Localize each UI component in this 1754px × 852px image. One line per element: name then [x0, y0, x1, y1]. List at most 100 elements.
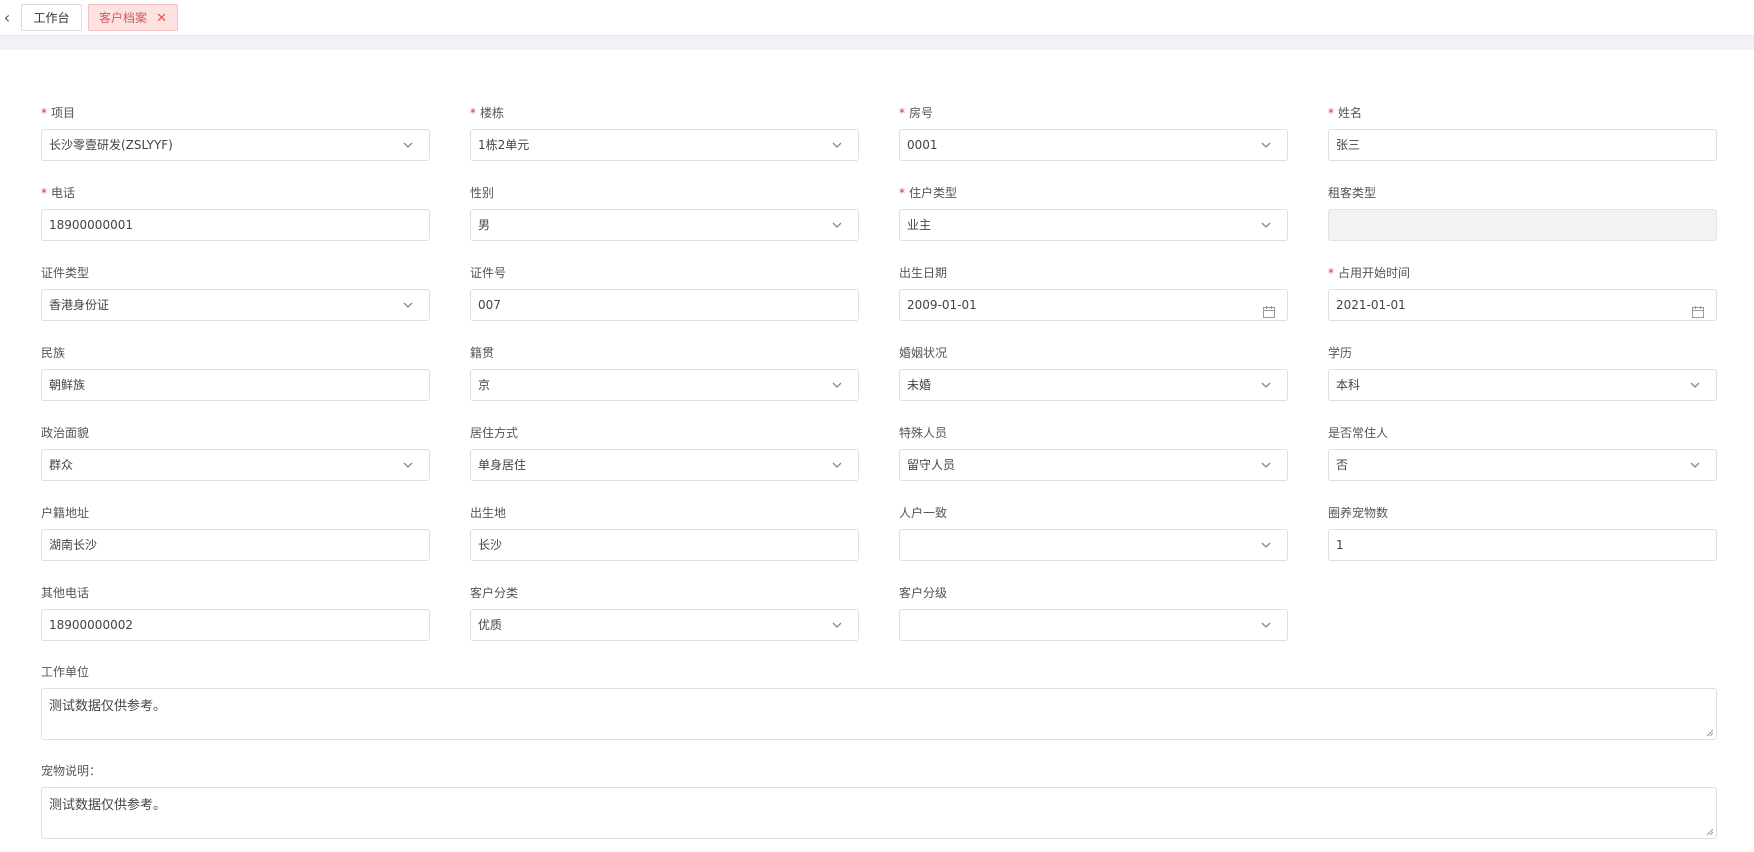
chevron-down-icon[interactable] — [830, 453, 844, 468]
date-picker[interactable]: 2021-01-01 — [1328, 289, 1717, 321]
field-label-text: 其他电话 — [41, 586, 90, 600]
select-field[interactable]: 京 — [470, 369, 859, 401]
field-label: 特殊人员 — [899, 425, 947, 441]
field-label-text: 婚姻状况 — [899, 346, 948, 360]
chevron-down-icon[interactable] — [1688, 453, 1702, 468]
field-value: 长沙 — [478, 538, 503, 552]
text-input[interactable]: 朝鲜族 — [41, 369, 430, 401]
tab-workbench[interactable]: 工作台 — [21, 4, 82, 31]
text-input[interactable]: 18900000001 — [41, 209, 430, 241]
select-field[interactable]: 留守人员 — [899, 449, 1288, 481]
field-value: 京 — [478, 378, 491, 392]
form-field: * 房号 0001 — [899, 105, 1288, 161]
field-value: 2021-01-01 — [1336, 298, 1406, 312]
field-label: 宠物说明： — [41, 764, 102, 778]
chevron-down-icon[interactable] — [1259, 613, 1273, 628]
chevron-down-icon[interactable] — [830, 133, 844, 148]
select-field[interactable]: 优质 — [470, 609, 859, 641]
field-label: 学历 — [1328, 345, 1352, 361]
text-input[interactable]: 张三 — [1328, 129, 1717, 161]
form-field: * 姓名张三 — [1328, 105, 1717, 161]
work-unit-textarea[interactable]: 测试数据仅供参考。 — [41, 688, 1717, 740]
field-label-text: 人户一致 — [899, 506, 948, 520]
calendar-icon[interactable] — [1263, 299, 1275, 318]
field-label: 籍贯 — [470, 345, 494, 361]
field-value: 群众 — [49, 458, 74, 472]
required-marker: * — [1328, 106, 1334, 120]
resize-handle-icon[interactable] — [1706, 729, 1714, 737]
select-field[interactable]: 单身居住 — [470, 449, 859, 481]
select-field[interactable]: 长沙零壹研发(ZSLYYF) — [41, 129, 430, 161]
chevron-down-icon[interactable] — [830, 613, 844, 628]
field-label: 其他电话 — [41, 585, 89, 601]
field-label-text: 项目 — [51, 106, 76, 120]
field-value: 18900000001 — [49, 218, 133, 232]
field-value: 否 — [1336, 458, 1349, 472]
form-field: 性别男 — [470, 185, 859, 241]
field-label-text: 政治面貌 — [41, 426, 90, 440]
field-label: 出生日期 — [899, 265, 947, 281]
form-field: 政治面貌群众 — [41, 425, 430, 481]
select-field[interactable]: 1栋2单元 — [470, 129, 859, 161]
chevron-down-icon[interactable] — [1259, 453, 1273, 468]
form-field: 客户分类优质 — [470, 585, 859, 641]
chevron-down-icon[interactable] — [401, 293, 415, 308]
chevron-down-icon[interactable] — [1259, 133, 1273, 148]
text-input[interactable]: 18900000002 — [41, 609, 430, 641]
disabled-select — [1328, 209, 1717, 241]
field-label-text: 姓名 — [1338, 106, 1363, 120]
chevron-down-icon[interactable] — [401, 453, 415, 468]
chevron-down-icon[interactable] — [1688, 373, 1702, 388]
form-field: 户籍地址 湖南长沙 — [41, 505, 430, 561]
chevron-down-icon[interactable] — [401, 133, 415, 148]
text-input[interactable]: 长沙 — [470, 529, 859, 561]
select-field[interactable]: 香港身份证 — [41, 289, 430, 321]
close-icon[interactable]: ✕ — [156, 5, 167, 32]
field-label-text: 特殊人员 — [899, 426, 948, 440]
field-label: * 房号 — [899, 105, 933, 121]
form-field: * 住户类型 业主 — [899, 185, 1288, 241]
chevron-left-icon[interactable]: ‹ — [0, 9, 14, 27]
field-label-text: 客户分级 — [899, 586, 948, 600]
chevron-down-icon[interactable] — [1259, 533, 1273, 548]
field-label: * 姓名 — [1328, 105, 1362, 121]
field-value: 未婚 — [907, 378, 932, 392]
field-label: 证件号 — [470, 265, 506, 281]
date-picker[interactable]: 2009-01-01 — [899, 289, 1288, 321]
select-field[interactable]: 群众 — [41, 449, 430, 481]
tab-customer-archive[interactable]: 客户档案 ✕ — [88, 4, 178, 31]
field-value: 单身居住 — [478, 458, 527, 472]
chevron-down-icon[interactable] — [830, 213, 844, 228]
form-field: 特殊人员 留守人员 — [899, 425, 1288, 481]
text-input[interactable]: 007 — [470, 289, 859, 321]
select-field[interactable]: 未婚 — [899, 369, 1288, 401]
field-value: 1栋2单元 — [478, 138, 530, 152]
select-field[interactable]: 本科 — [1328, 369, 1717, 401]
pet-note-textarea[interactable]: 测试数据仅供参考。 — [41, 787, 1717, 839]
field-label-text: 证件类型 — [41, 266, 90, 280]
select-field[interactable]: 0001 — [899, 129, 1288, 161]
chevron-down-icon[interactable] — [1259, 213, 1273, 228]
field-label-text: 租客类型 — [1328, 186, 1377, 200]
field-label-text: 出生日期 — [899, 266, 948, 280]
select-field[interactable]: 业主 — [899, 209, 1288, 241]
textarea-value: 测试数据仅供参考。 — [49, 699, 167, 714]
field-value: 0001 — [907, 138, 938, 152]
select-field[interactable]: 男 — [470, 209, 859, 241]
field-value: 优质 — [478, 618, 503, 632]
calendar-icon[interactable] — [1692, 299, 1704, 318]
field-label: * 占用开始时间 — [1328, 265, 1410, 281]
text-input[interactable]: 1 — [1328, 529, 1717, 561]
field-label-text: 圈养宠物数 — [1328, 506, 1389, 520]
select-field[interactable]: 否 — [1328, 449, 1717, 481]
field-label: 婚姻状况 — [899, 345, 947, 361]
chevron-down-icon[interactable] — [1259, 373, 1273, 388]
field-label-text: 客户分类 — [470, 586, 519, 600]
form-field: * 电话 18900000001 — [41, 185, 430, 241]
field-value: 男 — [478, 218, 491, 232]
select-field[interactable] — [899, 609, 1288, 641]
text-input[interactable]: 湖南长沙 — [41, 529, 430, 561]
chevron-down-icon[interactable] — [830, 373, 844, 388]
select-field[interactable] — [899, 529, 1288, 561]
resize-handle-icon[interactable] — [1706, 828, 1714, 836]
